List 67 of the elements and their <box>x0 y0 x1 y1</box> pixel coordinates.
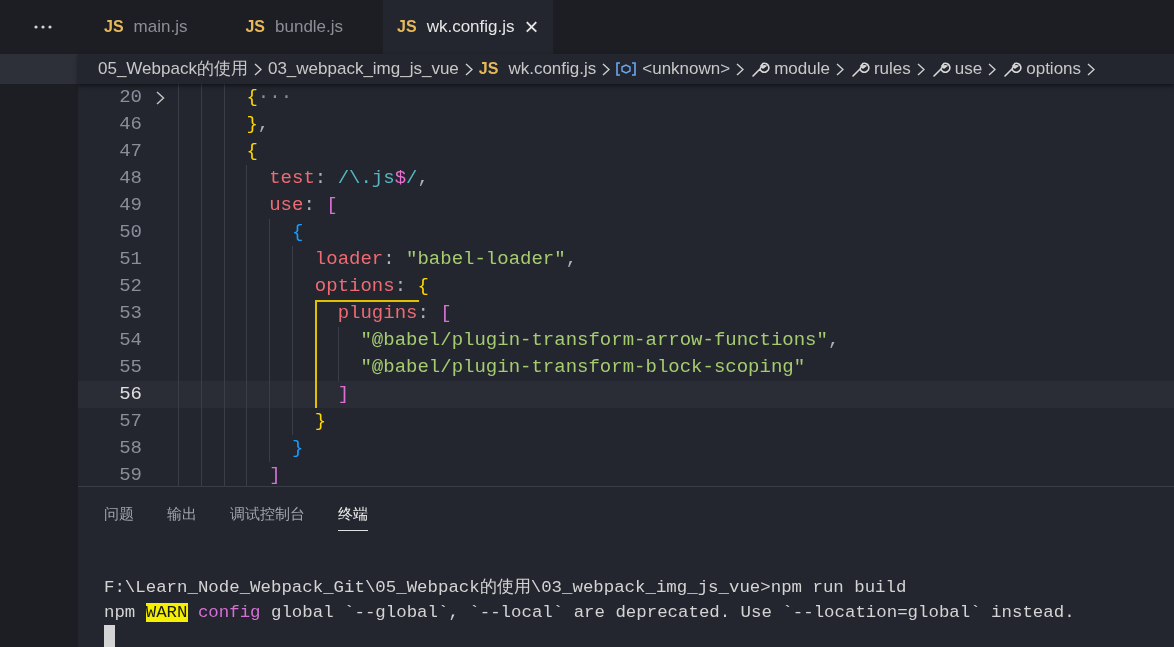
editor-tab[interactable]: JS bundle.js <box>227 0 384 54</box>
chevron-icon <box>253 62 262 76</box>
wrench-icon <box>1002 59 1023 79</box>
code-line: ] <box>336 382 350 408</box>
line-number: 53 <box>118 301 142 327</box>
line-number: 52 <box>118 274 142 300</box>
line-number: 48 <box>118 166 142 192</box>
line-number: 50 <box>118 220 142 246</box>
fold-chevron-icon[interactable] <box>155 90 165 105</box>
code-line: use: [ <box>268 193 338 219</box>
breadcrumb-item[interactable]: <unknown> <box>642 56 731 82</box>
code-line: } <box>313 409 327 435</box>
chevron-icon <box>835 62 844 76</box>
terminal-cursor <box>104 625 115 647</box>
line-number: 56 <box>118 382 142 408</box>
line-number: 59 <box>118 463 142 486</box>
editor-tab[interactable]: JS wk.config.js × <box>383 0 553 54</box>
code-line: { <box>245 139 258 165</box>
chevron-icon <box>916 62 925 76</box>
breadcrumb-item[interactable]: wk.config.js <box>508 56 597 82</box>
code-line: { <box>291 220 304 246</box>
panel-tab[interactable]: 问题 <box>104 503 134 531</box>
breadcrumb-item[interactable]: rules <box>873 56 911 82</box>
code-line: ] <box>268 463 281 486</box>
breadcrumb-item[interactable]: module <box>774 56 830 82</box>
panel-tab[interactable]: 输出 <box>167 503 197 531</box>
code-line: loader: "babel-loader", <box>313 247 578 273</box>
js-file-icon: JS <box>245 15 265 39</box>
panel-tab[interactable]: 调试控制台 <box>230 503 305 531</box>
chevron-icon <box>988 62 997 76</box>
wrench-icon <box>750 59 771 79</box>
code-line: "@babel/plugin-transform-block-scoping" <box>359 355 806 381</box>
chevron-icon <box>736 62 745 76</box>
symbol-icon <box>616 62 637 76</box>
more-icon[interactable] <box>34 25 52 29</box>
breadcrumb-item[interactable]: 03_webpack_img_js_vue <box>267 56 459 82</box>
line-number: 55 <box>118 355 142 381</box>
breadcrumb-item[interactable]: 05_Webpack的使用 <box>98 56 248 82</box>
code-line: {··· <box>245 85 293 111</box>
line-number: 51 <box>118 247 142 273</box>
chevron-icon <box>464 62 473 76</box>
line-number: 57 <box>118 409 142 435</box>
terminal-line: F:\Learn_Node_Webpack_Git\05_Webpack的使用\03_webpack_img_js_vue>npm run build <box>104 577 908 599</box>
line-number: 47 <box>118 139 142 165</box>
panel-tab[interactable]: 终端 <box>338 503 368 531</box>
breadcrumb-item[interactable]: options <box>1026 56 1082 82</box>
editor-tab[interactable]: JS main.js <box>86 0 228 54</box>
js-file-icon: JS <box>104 15 124 39</box>
line-number: 58 <box>118 436 142 462</box>
code-line: } <box>291 436 304 462</box>
js-file-icon: JS <box>397 15 417 39</box>
code-line: "@babel/plugin-transform-arrow-functions", <box>359 328 840 354</box>
line-number: 54 <box>118 328 142 354</box>
line-number: 46 <box>118 112 142 138</box>
breadcrumb-item[interactable]: use <box>954 56 983 82</box>
code-line: test: /\.js$/, <box>268 166 429 192</box>
chevron-icon <box>1087 62 1096 76</box>
js-file-icon: JS <box>478 57 499 81</box>
close-icon[interactable]: × <box>524 15 539 39</box>
code-line: plugins: [ <box>336 301 452 327</box>
code-line: }, <box>245 112 270 138</box>
code-line: options: { <box>313 274 429 300</box>
chevron-icon <box>602 62 611 76</box>
wrench-icon <box>849 59 870 79</box>
line-number: 49 <box>118 193 142 219</box>
wrench-icon <box>930 59 951 79</box>
line-number: 20 <box>118 85 142 111</box>
